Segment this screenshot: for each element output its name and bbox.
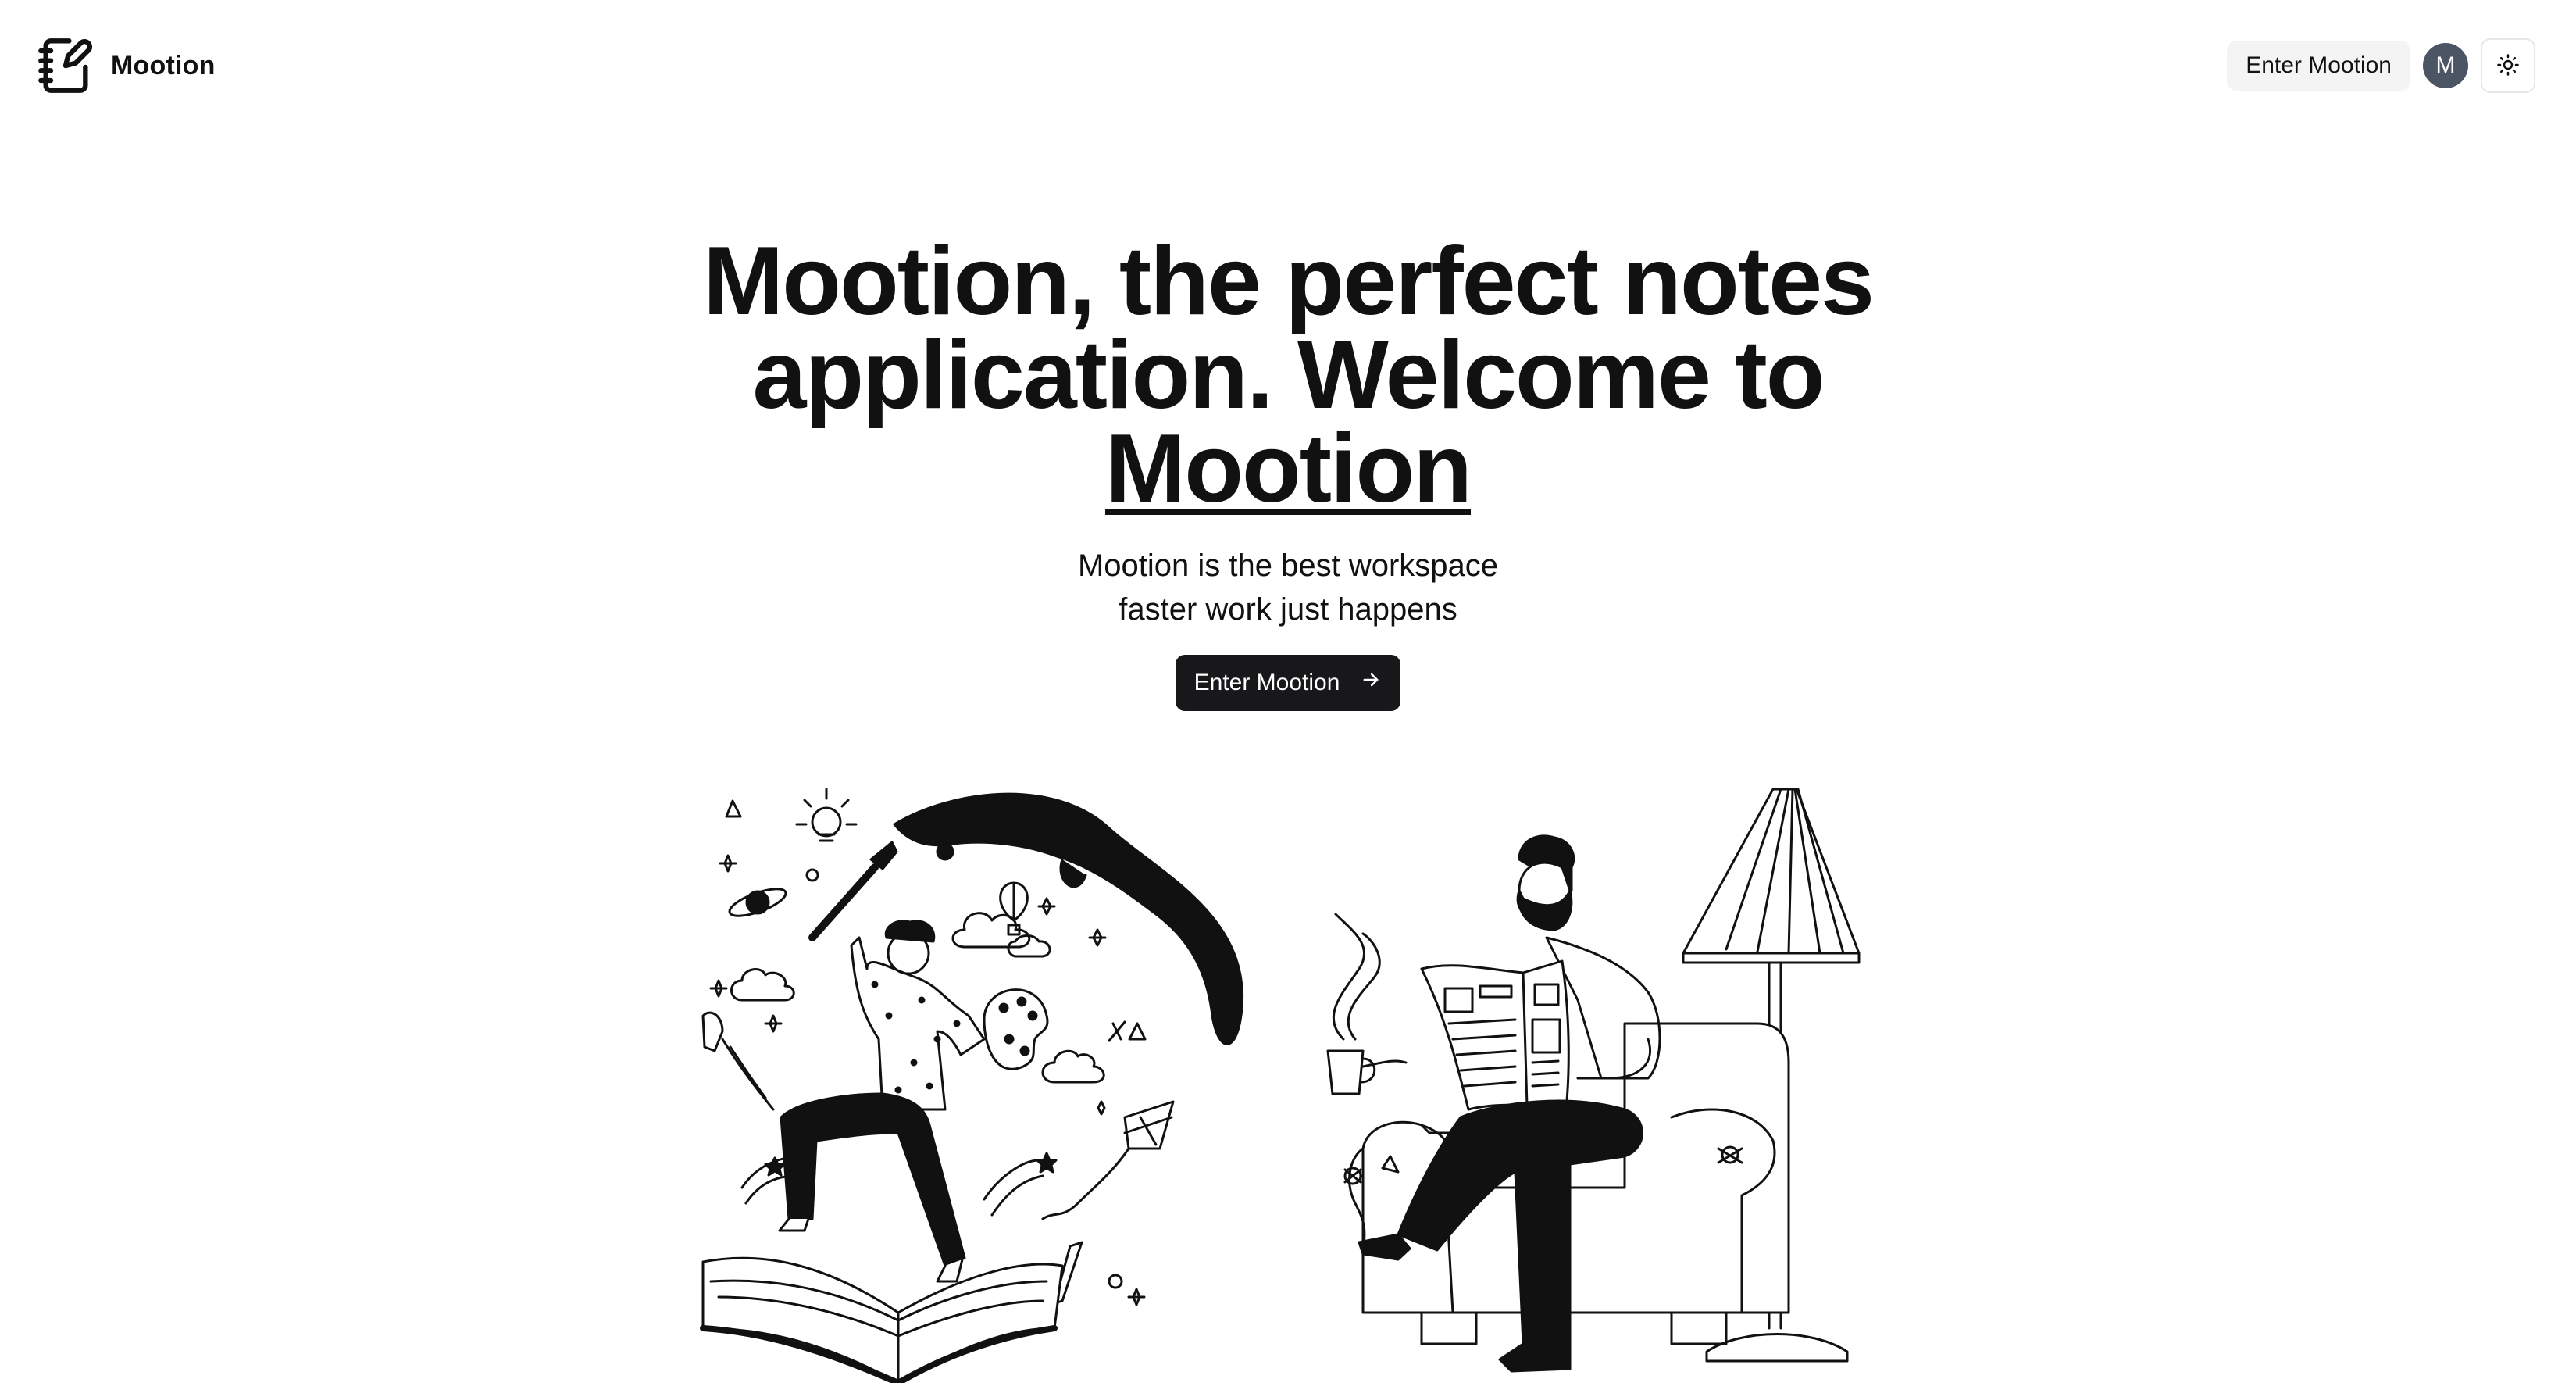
avatar[interactable]: M <box>2423 43 2468 88</box>
hero-title-text: Mootion, the perfect notes application. … <box>703 227 1875 429</box>
hero-subtitle: Mootion is the best workspace faster wor… <box>0 544 2576 631</box>
hero-section: Mootion, the perfect notes application. … <box>0 233 2576 711</box>
sun-icon <box>2496 53 2520 79</box>
landing-page: Mootion Enter Mootion M Mootion, the per… <box>0 0 2576 1397</box>
hero-subtitle-line-2: faster work just happens <box>1119 592 1457 627</box>
header-actions: Enter Mootion M <box>2227 38 2535 93</box>
brand-name: Mootion <box>111 50 216 80</box>
top-navbar: Mootion Enter Mootion M <box>0 0 2576 131</box>
cta-label: Enter Mootion <box>1193 670 1340 695</box>
enter-mootion-cta-button[interactable]: Enter Mootion <box>1175 655 1401 711</box>
enter-mootion-nav-button[interactable]: Enter Mootion <box>2227 41 2410 91</box>
painting-boy-illustration <box>687 781 1258 1386</box>
hero-title: Mootion, the perfect notes application. … <box>702 233 1875 517</box>
hero-title-brand: Mootion <box>1104 415 1472 523</box>
arrow-right-icon <box>1360 669 1382 697</box>
reading-man-illustration <box>1320 781 1882 1383</box>
cta-wrapper: Enter Mootion <box>0 655 2576 711</box>
brand[interactable]: Mootion <box>36 36 216 95</box>
theme-toggle-button[interactable] <box>2481 38 2535 93</box>
hero-subtitle-line-1: Mootion is the best workspace <box>1077 548 1499 583</box>
notebook-pen-icon <box>36 36 95 95</box>
